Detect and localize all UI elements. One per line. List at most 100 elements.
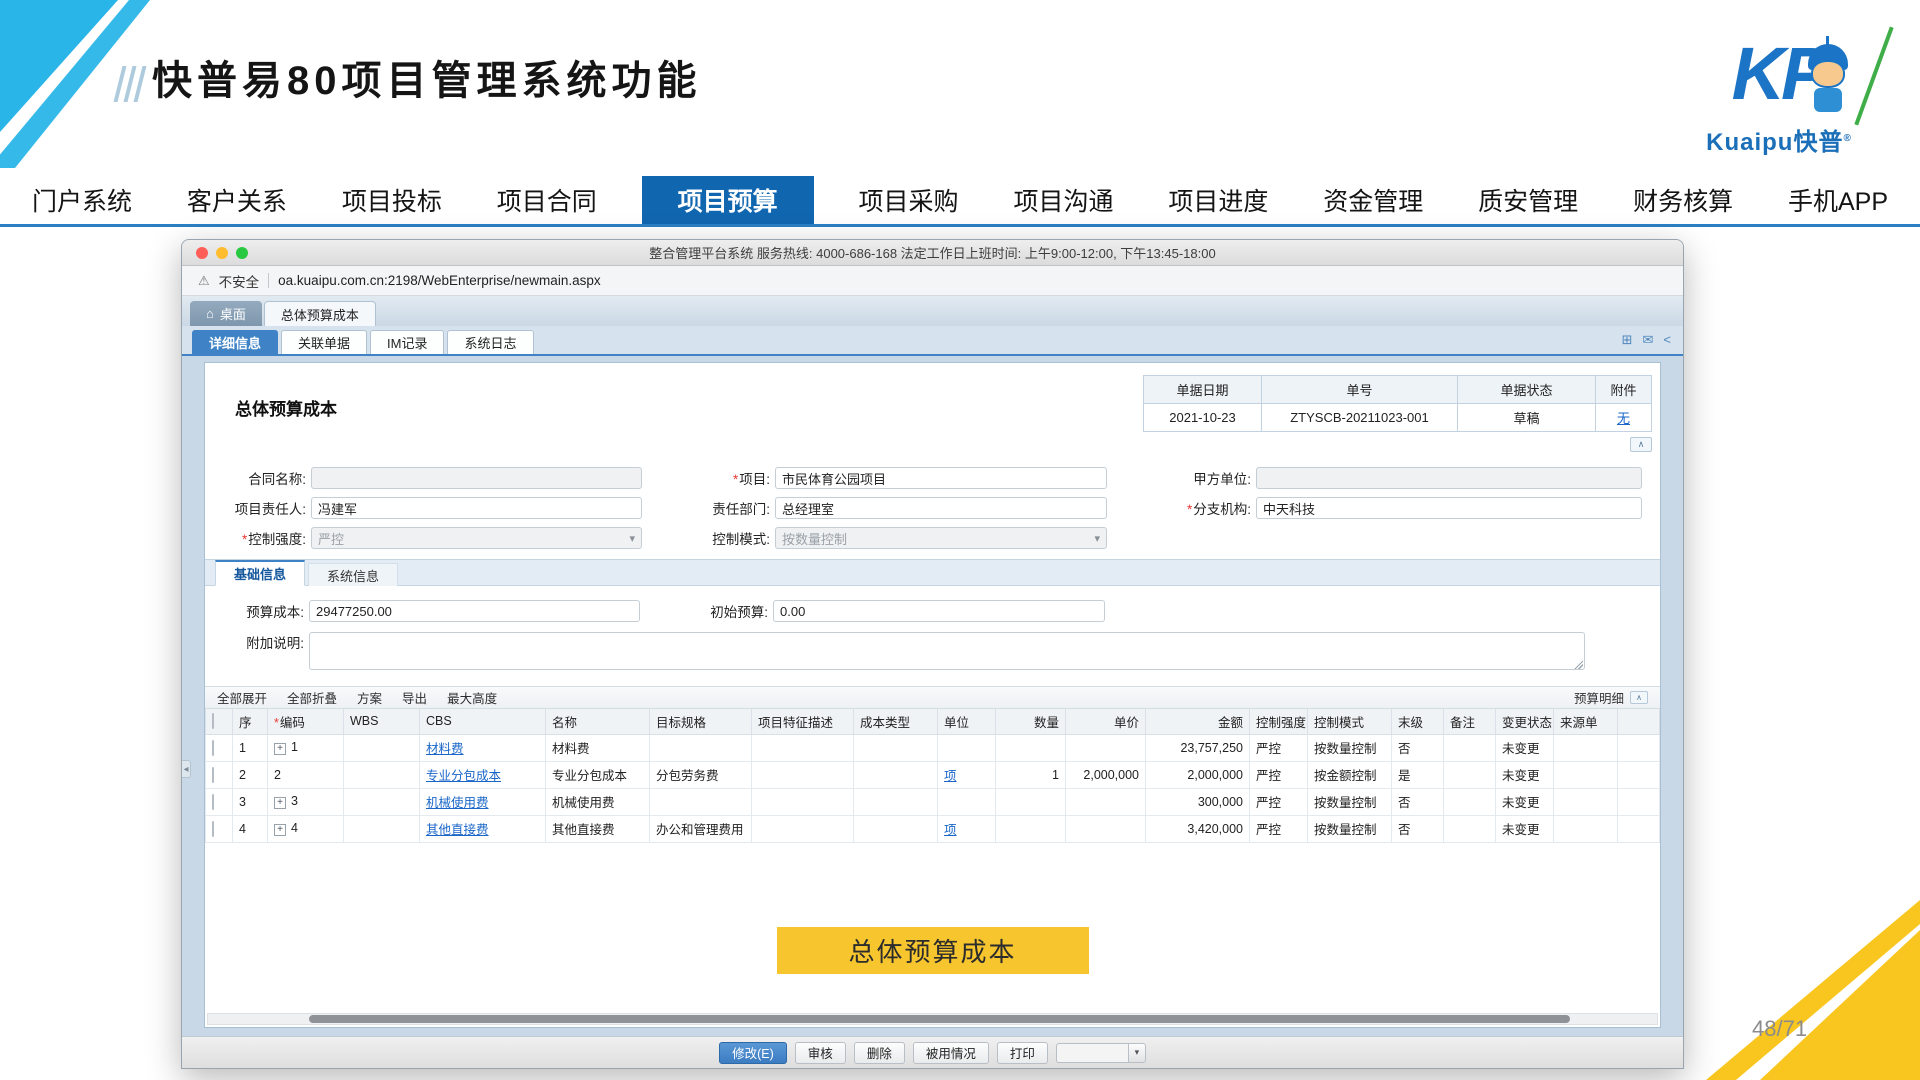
tab-desktop[interactable]: ⌂ 桌面: [190, 301, 262, 326]
chevron-down-icon: ▾: [1094, 532, 1100, 545]
tab-budget-doc[interactable]: 总体预算成本: [264, 301, 376, 326]
project-input[interactable]: [775, 467, 1107, 489]
table-row[interactable]: 1 +1 材料费 材料费 23,757,250 严控 按数量控制 否: [206, 734, 1660, 761]
row-checkbox[interactable]: [212, 794, 214, 810]
cbs-link[interactable]: 专业分包成本: [426, 769, 501, 783]
dept-input[interactable]: [775, 497, 1107, 519]
slide-title: 快普易80项目管理系统功能: [152, 48, 702, 106]
contract-name-input[interactable]: [311, 467, 642, 489]
document-header: 总体预算成本 单据日期 单号 单据状态 附件 2021-10-23 ZTYSCB…: [205, 363, 1660, 463]
share-icon[interactable]: <: [1663, 332, 1671, 348]
action-dropdown[interactable]: ▾: [1056, 1043, 1146, 1063]
col-note: 备注: [1444, 709, 1496, 734]
grid-collapse-button[interactable]: ∧: [1630, 691, 1648, 704]
doc-date-header: 单据日期: [1144, 376, 1262, 404]
select-all-checkbox[interactable]: [212, 713, 214, 729]
edit-button[interactable]: 修改(E): [719, 1042, 787, 1064]
scrollbar-thumb[interactable]: [309, 1015, 1570, 1023]
tab-im-record[interactable]: IM记录: [370, 330, 444, 354]
usage-button[interactable]: 被用情况: [913, 1042, 989, 1064]
tab-basic-info[interactable]: 基础信息: [215, 560, 305, 586]
attachment-link[interactable]: 无: [1617, 411, 1630, 426]
control-mode-label: 控制模式:: [642, 528, 775, 548]
browser-url-bar[interactable]: ⚠ 不安全 oa.kuaipu.com.cn:2198/WebEnterpris…: [182, 266, 1683, 296]
nav-item-bidding[interactable]: 项目投标: [332, 176, 452, 224]
initial-budget-input[interactable]: [773, 600, 1105, 622]
party-a-input[interactable]: [1256, 467, 1642, 489]
row-checkbox[interactable]: [212, 821, 214, 837]
max-height-button[interactable]: 最大高度: [447, 688, 497, 707]
document-form: 合同名称: *项目: 甲方单位: 项目责任人: 责任部门: *分支机构: *: [205, 463, 1660, 553]
col-change: 变更状态: [1496, 709, 1554, 734]
table-row[interactable]: 4 +4 其他直接费 其他直接费 办公和管理费用 项 3,420,000 严控 …: [206, 815, 1660, 842]
panel-collapse-arrow[interactable]: ◂: [182, 760, 191, 778]
info-subtabs: 基础信息 系统信息: [205, 559, 1660, 586]
nav-item-budget[interactable]: 项目预算: [642, 176, 814, 224]
action-dropdown-field[interactable]: [1056, 1043, 1128, 1063]
manager-input[interactable]: [311, 497, 642, 519]
nav-item-progress[interactable]: 项目进度: [1158, 176, 1278, 224]
budget-cost-input[interactable]: [309, 600, 640, 622]
nav-item-procurement[interactable]: 项目采购: [849, 176, 969, 224]
header-collapse-button[interactable]: ∧: [1630, 437, 1652, 452]
budget-cost-label: 预算成本:: [205, 601, 309, 621]
project-label: *项目:: [642, 468, 775, 488]
scheme-button[interactable]: 方案: [357, 688, 382, 707]
message-icon[interactable]: ✉: [1643, 332, 1654, 348]
branch-input[interactable]: [1256, 497, 1642, 519]
row-checkbox[interactable]: [212, 740, 214, 756]
col-name: 名称: [546, 709, 650, 734]
nav-item-funds[interactable]: 资金管理: [1313, 176, 1433, 224]
doc-status-value: 草稿: [1458, 404, 1596, 432]
row-checkbox[interactable]: [212, 767, 214, 783]
tab-related-docs[interactable]: 关联单据: [281, 330, 367, 354]
col-unit: 单位: [938, 709, 996, 734]
cbs-link[interactable]: 其他直接费: [426, 823, 489, 837]
collapse-all-button[interactable]: 全部折叠: [287, 688, 337, 707]
expand-row-icon[interactable]: +: [274, 743, 286, 755]
app-frame: ◂ ⌂ 桌面 总体预算成本 详细信息 关联单据 IM记录 系统日志 ⊞ ✉ < …: [182, 296, 1683, 1068]
close-button[interactable]: [196, 247, 208, 259]
print-button[interactable]: 打印: [997, 1042, 1048, 1064]
tab-system-info[interactable]: 系统信息: [308, 563, 398, 586]
nav-item-finance[interactable]: 财务核算: [1623, 176, 1743, 224]
logo-brand-text: Kuaipu快普®: [1674, 122, 1884, 157]
initial-budget-label: 初始预算:: [640, 601, 773, 621]
module-nav: 门户系统 客户关系 项目投标 项目合同 项目预算 项目采购 项目沟通 项目进度 …: [0, 176, 1920, 227]
chevron-down-icon[interactable]: ▾: [1128, 1043, 1146, 1063]
delete-button[interactable]: 删除: [854, 1042, 905, 1064]
unit-link[interactable]: 项: [944, 823, 957, 837]
nav-item-crm[interactable]: 客户关系: [177, 176, 297, 224]
resize-grip-icon[interactable]: [1574, 660, 1583, 669]
nav-item-portal[interactable]: 门户系统: [22, 176, 142, 224]
expand-row-icon[interactable]: +: [274, 824, 286, 836]
nav-item-contract[interactable]: 项目合同: [487, 176, 607, 224]
zoom-button[interactable]: [236, 247, 248, 259]
maximize-panel-icon[interactable]: ⊞: [1622, 332, 1633, 348]
cbs-link[interactable]: 机械使用费: [426, 796, 489, 810]
audit-button[interactable]: 审核: [795, 1042, 846, 1064]
cbs-link[interactable]: 材料费: [426, 742, 464, 756]
horizontal-scrollbar[interactable]: [207, 1013, 1658, 1025]
note-textarea[interactable]: [309, 632, 1585, 670]
note-label: 附加说明:: [205, 632, 309, 652]
action-bar: 修改(E) 审核 删除 被用情况 打印 ▾: [182, 1036, 1683, 1068]
export-button[interactable]: 导出: [402, 688, 427, 707]
nav-item-communication[interactable]: 项目沟通: [1003, 176, 1123, 224]
unit-link[interactable]: 项: [944, 769, 957, 783]
kuaipu-logo-art-icon: KP: [1674, 30, 1884, 122]
table-row[interactable]: 3 +3 机械使用费 机械使用费 300,000 严控 按数量控制 否: [206, 788, 1660, 815]
nav-item-quality[interactable]: 质安管理: [1468, 176, 1588, 224]
table-row[interactable]: 2 2 专业分包成本 专业分包成本 分包劳务费 项 1 2,000,000 2,…: [206, 761, 1660, 788]
tab-detail-info[interactable]: 详细信息: [192, 330, 278, 354]
chevron-down-icon: ▾: [629, 532, 635, 545]
nav-item-mobile-app[interactable]: 手机APP: [1778, 176, 1898, 224]
expand-row-icon[interactable]: +: [274, 797, 286, 809]
col-price: 单价: [1066, 709, 1146, 734]
url-divider: [268, 273, 269, 288]
control-mode-select[interactable]: 按数量控制 ▾: [775, 527, 1107, 549]
expand-all-button[interactable]: 全部展开: [217, 688, 267, 707]
control-strength-select[interactable]: 严控 ▾: [311, 527, 642, 549]
minimize-button[interactable]: [216, 247, 228, 259]
tab-system-log[interactable]: 系统日志: [447, 330, 533, 354]
